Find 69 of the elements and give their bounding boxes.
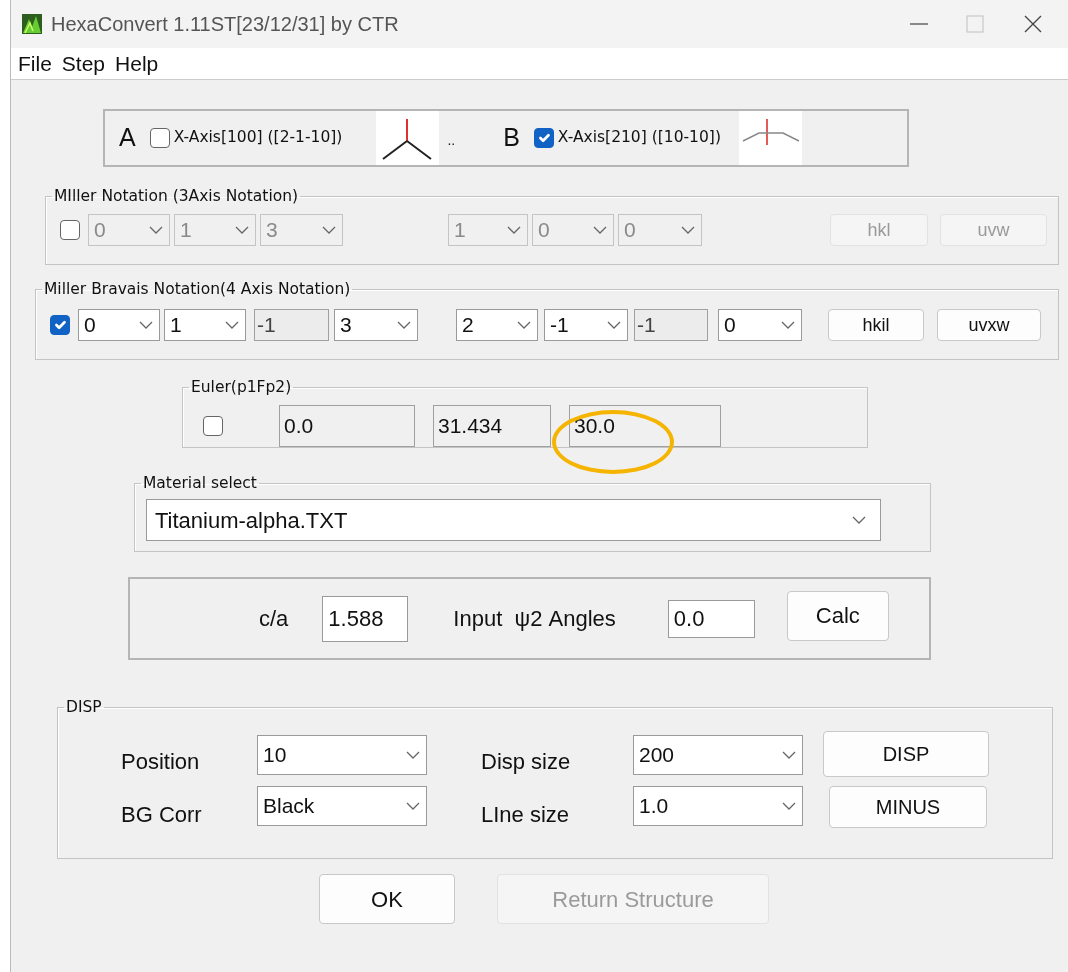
- field-label: BG Corr: [121, 801, 203, 829]
- action-button[interactable]: uvxw: [937, 309, 1041, 341]
- dropdown[interactable]: 200: [633, 735, 803, 775]
- input-field[interactable]: 1.588: [322, 595, 409, 642]
- chevron-down-icon: [517, 321, 531, 329]
- dropdown[interactable]: 1: [164, 309, 246, 341]
- readonly-field: 0.0: [279, 405, 415, 447]
- chevron-down-icon: [322, 226, 336, 234]
- menu-item[interactable]: Help: [114, 47, 160, 80]
- dropdown[interactable]: 3: [334, 309, 418, 341]
- dropdown[interactable]: 0: [78, 309, 160, 341]
- dropdown[interactable]: 0: [718, 309, 802, 341]
- field-label: LIne size: [481, 801, 571, 829]
- readonly-field: 30.0: [569, 405, 721, 447]
- field-label: Disp size: [481, 748, 572, 776]
- dialog-button[interactable]: OK: [319, 874, 455, 924]
- field-label: Input ψ2 Angles: [453, 605, 616, 633]
- calc-button[interactable]: Calc: [786, 590, 889, 641]
- group-title: DISP: [65, 697, 103, 717]
- dropdown[interactable]: Titanium-alpha.TXT: [146, 499, 881, 541]
- close-icon: [1022, 13, 1044, 35]
- chevron-down-icon: [507, 226, 521, 234]
- group-title: Miller Bravais Notation(4 Axis Notation): [43, 279, 352, 299]
- dropdown[interactable]: Black: [257, 786, 427, 826]
- axis-checkbox[interactable]: [149, 128, 170, 148]
- checkbox[interactable]: [50, 315, 70, 335]
- action-button[interactable]: MINUS: [829, 786, 987, 828]
- dropdown[interactable]: 2: [456, 309, 538, 341]
- chevron-down-icon: [225, 321, 239, 329]
- chevron-down-icon: [397, 321, 411, 329]
- dropdown[interactable]: -1: [544, 309, 628, 341]
- chevron-down-icon: [406, 751, 420, 759]
- field-label: c/a: [259, 605, 289, 633]
- maximize-icon: [964, 13, 986, 35]
- menu-item[interactable]: Step: [60, 47, 107, 80]
- menu-item[interactable]: File: [17, 47, 53, 80]
- chevron-down-icon: [852, 516, 866, 524]
- readonly-field: -1: [634, 309, 708, 341]
- checkbox-label: X-Axis[100] ([2-1-10]): [173, 127, 343, 149]
- axis-letter: B: [503, 122, 520, 154]
- chevron-down-icon: [681, 226, 695, 234]
- chevron-down-icon: [782, 751, 796, 759]
- chevron-down-icon: [139, 321, 153, 329]
- chevron-down-icon: [782, 802, 796, 810]
- chevron-down-icon: [149, 226, 163, 234]
- checkbox-label: X-Axis[210] ([10-10]): [557, 127, 721, 149]
- group-title: Material select: [142, 473, 258, 493]
- readonly-field: 31.434: [433, 405, 551, 447]
- axis-checkbox[interactable]: [533, 128, 554, 148]
- separator-dots: ..: [447, 131, 456, 150]
- action-button[interactable]: hkil: [828, 309, 924, 341]
- dropdown[interactable]: 1.0: [633, 786, 803, 826]
- group-title: MIller Notation (3Axis Notation): [53, 186, 300, 206]
- field-label: Position: [121, 748, 201, 776]
- chevron-down-icon: [406, 802, 420, 810]
- input-field[interactable]: 0.0: [667, 599, 755, 638]
- axis-letter: A: [119, 122, 136, 154]
- window-title: HexaConvert 1.11ST[23/12/31] by CTR: [51, 12, 399, 37]
- group-title: Euler(p1Fp2): [190, 377, 293, 397]
- checkbox[interactable]: [203, 416, 223, 436]
- chevron-down-icon: [781, 321, 795, 329]
- readonly-field: -1: [254, 309, 329, 341]
- dropdown[interactable]: 10: [257, 735, 427, 775]
- chevron-down-icon: [593, 226, 607, 234]
- action-button[interactable]: DISP: [823, 731, 989, 777]
- app-icon: [21, 13, 43, 35]
- chevron-down-icon: [607, 321, 621, 329]
- minimize-icon: [910, 23, 928, 25]
- chevron-down-icon: [235, 226, 249, 234]
